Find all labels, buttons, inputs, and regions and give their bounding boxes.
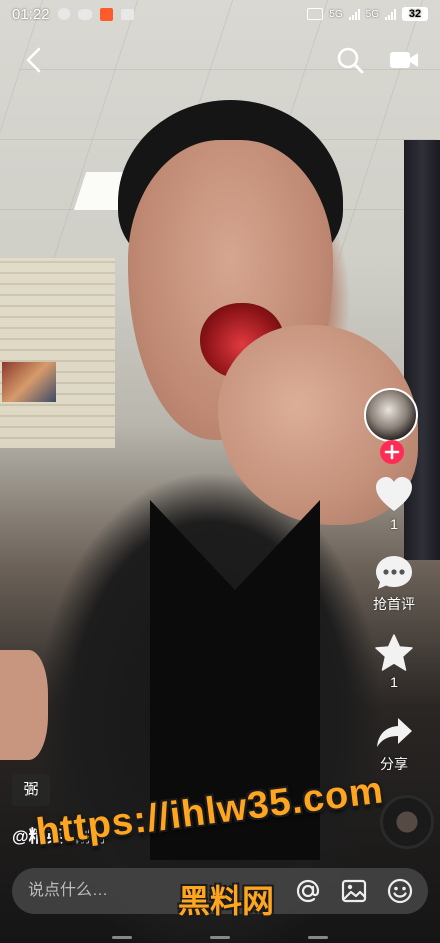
status-time: 01:22 (12, 5, 50, 23)
follow-button[interactable] (380, 440, 404, 464)
network-2-label: 5G (365, 8, 379, 20)
comment-icon (376, 556, 412, 589)
share-button[interactable]: 分享 (348, 714, 440, 774)
heart-icon (376, 477, 412, 511)
emoji-icon[interactable] (386, 877, 414, 905)
avatar[interactable] (364, 388, 418, 442)
music-disc[interactable] (380, 795, 434, 849)
share-arrow-icon (377, 718, 412, 747)
status-bar: 01:22 5G 5G 32 (0, 0, 440, 28)
mail-notification-icon (120, 8, 134, 20)
system-nav-bar (0, 930, 440, 943)
battery-level: 32 (402, 7, 428, 21)
signal-2-icon (385, 8, 396, 20)
like-count: 1 (390, 516, 398, 532)
search-button[interactable] (334, 44, 366, 76)
nav-back-hint[interactable] (308, 936, 328, 939)
like-button[interactable]: 1 (348, 476, 440, 532)
video-camera-icon (390, 52, 418, 68)
watermark-name: 黑料网 (178, 883, 275, 919)
search-icon (337, 47, 364, 74)
favorite-count: 1 (390, 674, 398, 690)
back-button[interactable] (20, 44, 50, 76)
comment-button[interactable]: 抢首评 (348, 554, 440, 614)
top-nav (0, 40, 440, 80)
video-screen[interactable]: 01:22 5G 5G 32 1 抢首评 1 分享 弻 @精英 · 刚刚 说点什… (0, 0, 440, 943)
wall-posters (0, 258, 115, 448)
comment-label: 抢首评 (373, 596, 415, 612)
hd-voice-icon (307, 8, 324, 20)
nav-menu-hint[interactable] (112, 936, 132, 939)
chevron-left-icon (26, 47, 41, 73)
star-icon (375, 634, 413, 671)
network-1-label: 5G (329, 8, 343, 20)
signal-1-icon (348, 8, 360, 20)
camera-button[interactable] (388, 46, 420, 74)
favorite-button[interactable]: 1 (348, 634, 440, 690)
nav-home-hint[interactable] (210, 936, 230, 939)
app-notification-icon (99, 7, 113, 21)
person-left-hand (0, 650, 48, 760)
poster-photo (2, 362, 56, 402)
at-mention-icon[interactable] (294, 877, 322, 905)
chat-notification-icon (57, 8, 70, 20)
plus-icon (384, 444, 400, 460)
wechat-notification-icon (77, 8, 92, 20)
image-icon[interactable] (340, 877, 368, 905)
author-avatar-button[interactable] (364, 388, 422, 464)
effect-tag[interactable]: 弻 (12, 774, 50, 806)
